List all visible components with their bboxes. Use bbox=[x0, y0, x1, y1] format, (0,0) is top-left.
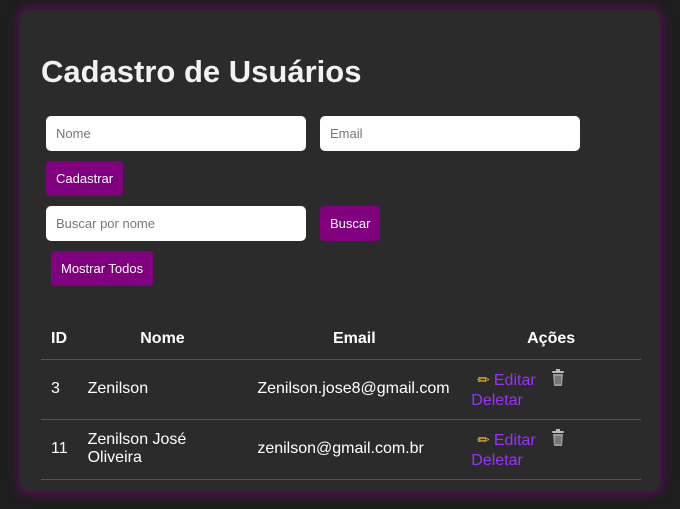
cell-id: 11 bbox=[41, 418, 78, 480]
edit-action[interactable]: ✏ Editar bbox=[471, 432, 535, 449]
pencil-icon: ✏ bbox=[477, 371, 490, 389]
pencil-icon: ✏ bbox=[477, 431, 490, 449]
cell-email: Zenilson.jose8@gmail.com bbox=[247, 358, 462, 419]
header-email: Email bbox=[332, 329, 376, 347]
page-title: Cadastro de Usuários bbox=[41, 54, 362, 89]
header-actions: Ações bbox=[527, 329, 576, 347]
table-row: 11 Zenilson José Oliveira zenilson@gmail… bbox=[41, 418, 641, 480]
delete-link[interactable]: Deletar bbox=[471, 452, 523, 469]
header-id: ID bbox=[51, 329, 67, 347]
search-input[interactable] bbox=[46, 206, 306, 241]
users-table: ID Nome Email Ações 3 Zenilson Zenilson.… bbox=[41, 319, 641, 480]
table-header-row: ID Nome Email Ações bbox=[41, 319, 641, 359]
cell-email: zenilson@gmail.com.br bbox=[247, 418, 462, 480]
register-button[interactable]: Cadastrar bbox=[46, 161, 124, 196]
header-name: Nome bbox=[140, 329, 185, 347]
cell-name: Zenilson José Oliveira bbox=[77, 418, 248, 480]
cell-name: Zenilson bbox=[77, 358, 248, 419]
search-button[interactable]: Buscar bbox=[320, 206, 381, 241]
cell-id: 3 bbox=[41, 358, 78, 419]
edit-action[interactable]: ✏ Editar bbox=[471, 372, 535, 389]
cell-actions: ✏ Editar Deletar bbox=[461, 418, 641, 480]
table-row: 3 Zenilson Zenilson.jose8@gmail.com ✏ Edi… bbox=[41, 358, 641, 419]
edit-link[interactable]: Editar bbox=[494, 372, 536, 389]
delete-link[interactable]: Deletar bbox=[471, 392, 523, 409]
edit-link[interactable]: Editar bbox=[494, 432, 536, 449]
cell-actions: ✏ Editar Deletar bbox=[461, 358, 641, 419]
user-registration-card: Cadastro de Usuários Cadastrar Buscar Mo… bbox=[20, 10, 660, 492]
show-all-button[interactable]: Mostrar Todos bbox=[51, 251, 154, 286]
trash-icon[interactable] bbox=[550, 368, 566, 392]
email-input[interactable] bbox=[320, 116, 580, 151]
trash-icon[interactable] bbox=[550, 428, 566, 452]
name-input[interactable] bbox=[46, 116, 306, 151]
